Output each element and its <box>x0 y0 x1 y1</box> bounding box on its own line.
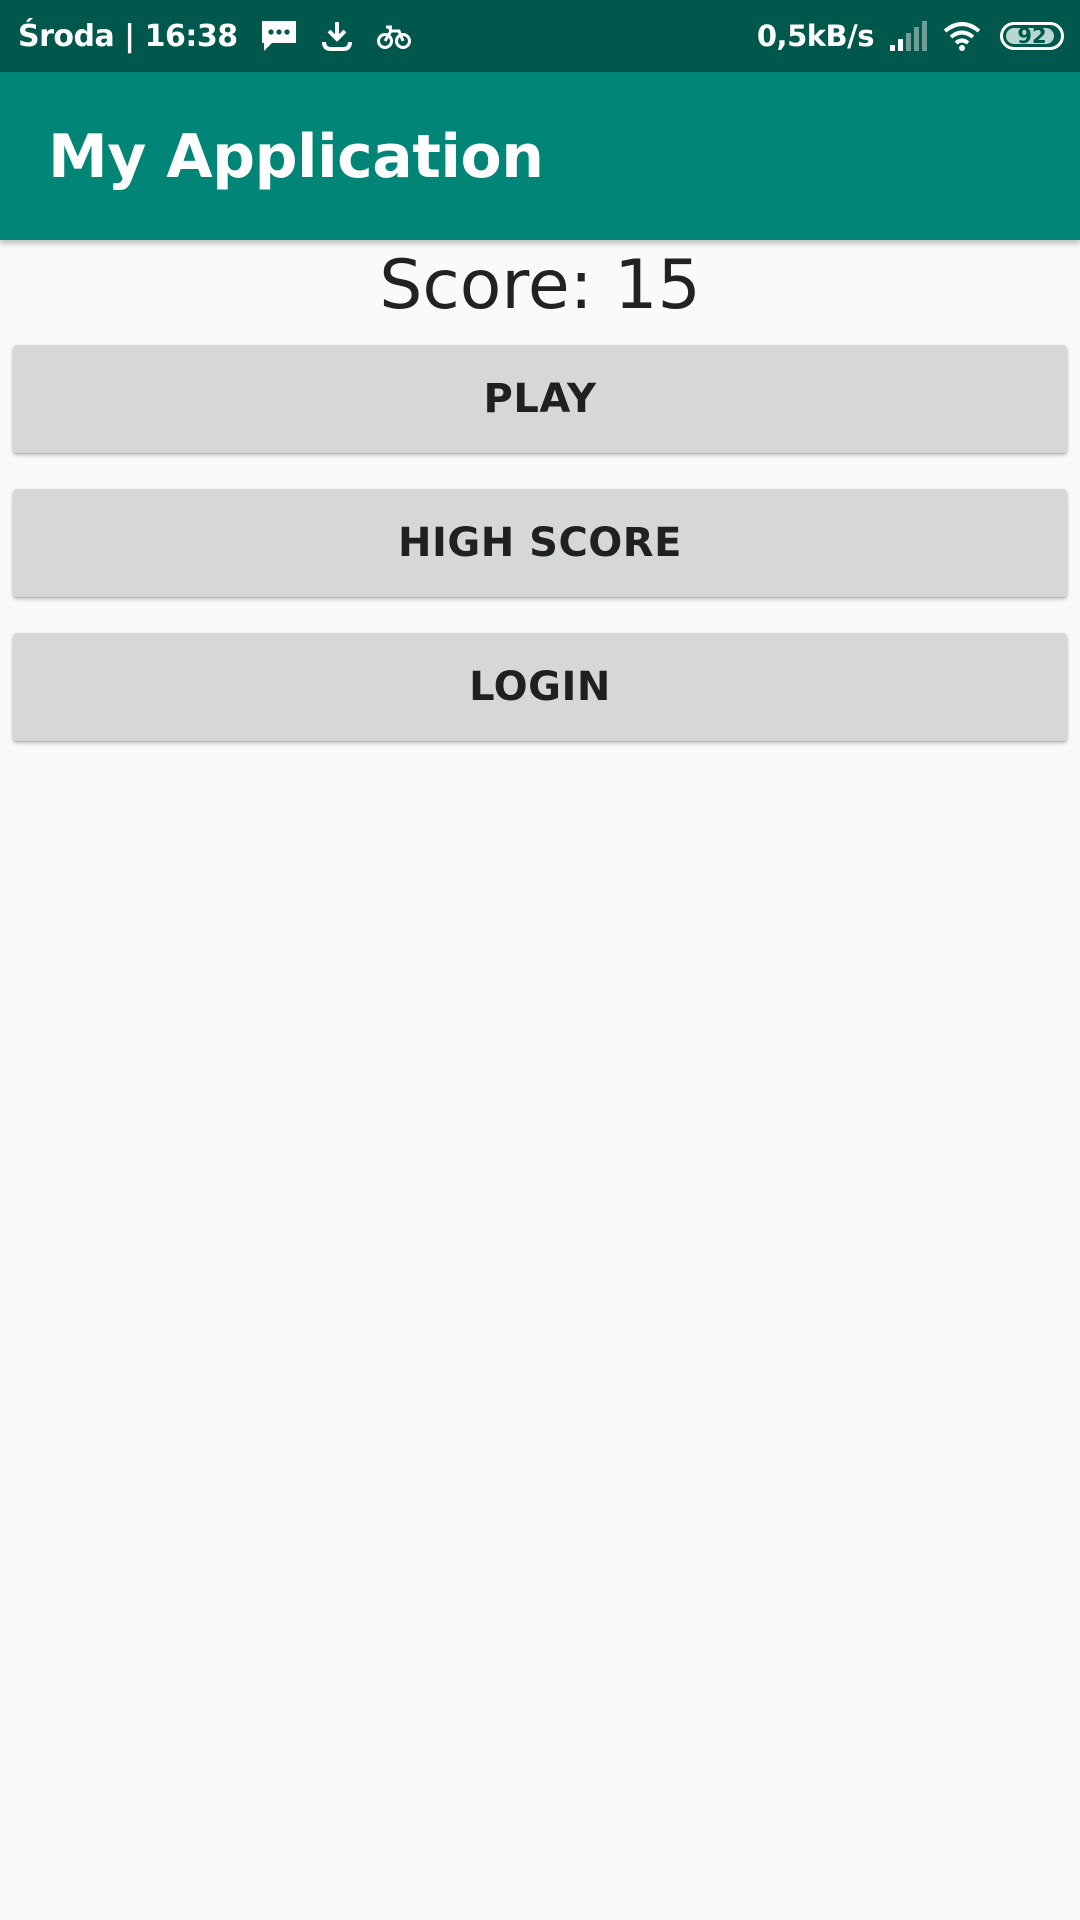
login-button[interactable]: LOGIN <box>13 633 1067 741</box>
message-icon <box>260 19 298 53</box>
status-left: Środa | 16:38 <box>18 19 757 54</box>
score-label: Score: 15 <box>379 246 701 325</box>
screen: Środa | 16:38 0,5kB/s 92 My Application … <box>0 0 1080 1920</box>
play-button[interactable]: PLAY <box>13 345 1067 453</box>
battery-level: 92 <box>1017 24 1047 48</box>
status-day-time: Środa | 16:38 <box>18 18 238 54</box>
app-bar: My Application <box>0 72 1080 240</box>
download-icon <box>320 19 354 53</box>
bike-icon <box>376 21 412 51</box>
app-title: My Application <box>48 122 544 192</box>
status-bar: Środa | 16:38 0,5kB/s 92 <box>0 0 1080 72</box>
signal-icon <box>888 19 928 53</box>
battery-icon: 92 <box>1000 22 1064 50</box>
wifi-icon <box>942 20 982 52</box>
high-score-button[interactable]: HIGH SCORE <box>13 489 1067 597</box>
status-right: 0,5kB/s 92 <box>757 19 1064 53</box>
network-speed: 0,5kB/s <box>756 19 875 53</box>
